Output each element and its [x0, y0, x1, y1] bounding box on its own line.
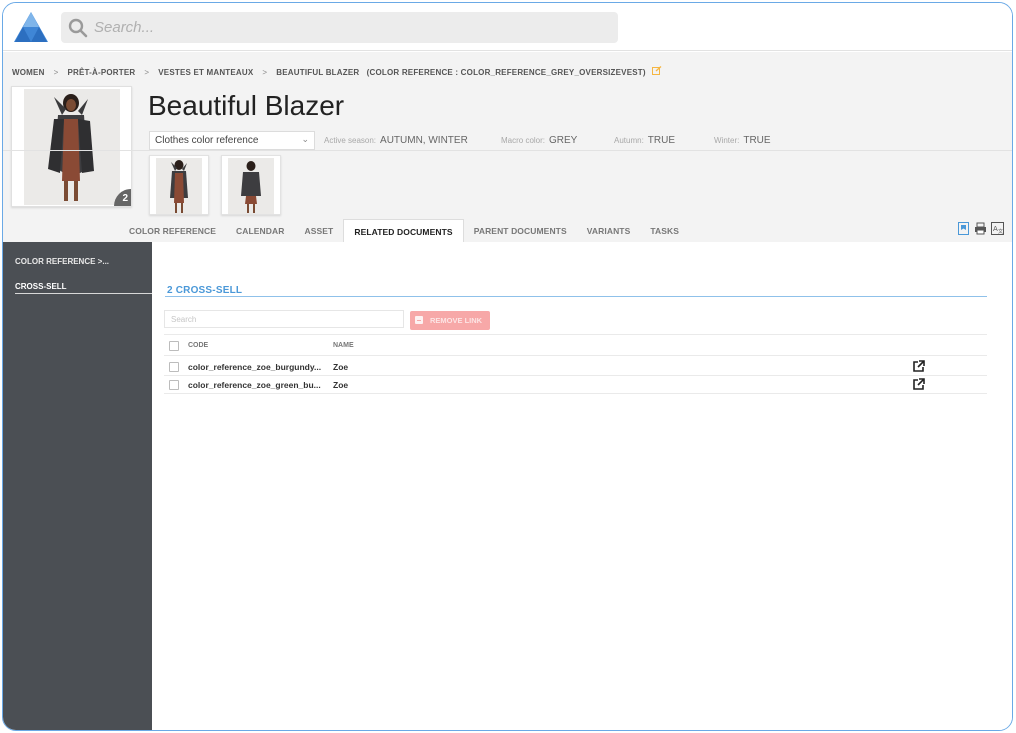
- row-name: Zoe: [333, 362, 349, 372]
- sidebar-item-color-reference[interactable]: COLOR REFERENCE >...: [15, 257, 109, 266]
- row-checkbox[interactable]: [169, 380, 179, 390]
- thumbnail-2[interactable]: [221, 155, 281, 215]
- type-select[interactable]: Clothes color reference ⌄: [149, 131, 315, 150]
- edit-icon[interactable]: [651, 66, 662, 77]
- attr-active-season: Active season: AUTUMN, WINTER: [324, 135, 468, 146]
- breadcrumb-women[interactable]: WOMEN: [12, 68, 45, 77]
- breadcrumb-product: BEAUTIFUL BLAZER: [276, 68, 360, 77]
- page-title: Beautiful Blazer: [148, 90, 345, 121]
- app-logo[interactable]: [11, 9, 51, 45]
- row-border: [164, 393, 987, 394]
- remove-link-label: REMOVE LINK: [430, 316, 483, 325]
- toolbar-icons: A文: [957, 222, 1004, 235]
- tab-asset[interactable]: ASSET: [294, 219, 343, 243]
- breadcrumb-vestes[interactable]: VESTES ET MANTEAUX: [158, 68, 253, 77]
- breadcrumb-reference: (COLOR REFERENCE : COLOR_REFERENCE_GREY_…: [366, 68, 646, 77]
- global-search[interactable]: Search...: [61, 12, 618, 43]
- sidebar-item-cross-sell[interactable]: CROSS-SELL: [15, 282, 67, 291]
- tab-bar: COLOR REFERENCE CALENDAR ASSET RELATED D…: [119, 219, 689, 243]
- section-divider: [165, 296, 987, 297]
- column-header-name[interactable]: NAME: [333, 342, 354, 349]
- remove-link-button[interactable]: REMOVE LINK: [410, 311, 490, 330]
- attr-autumn: Autumn: TRUE: [614, 135, 676, 146]
- product-photo: [24, 89, 120, 205]
- thumbnail-photo: [156, 158, 202, 214]
- active-indicator: [15, 293, 152, 294]
- column-header-code[interactable]: CODE: [188, 342, 208, 349]
- attr-winter: Winter: TRUE: [714, 135, 771, 146]
- search-icon: [68, 18, 88, 38]
- left-sidebar: COLOR REFERENCE >... CROSS-SELL: [3, 242, 152, 730]
- search-input[interactable]: Search: [164, 310, 404, 328]
- product-header: WOMEN > PRÊT-À-PORTER > VESTES ET MANTEAUX > B…: [3, 52, 1012, 243]
- row-code[interactable]: color_reference_zoe_green_bu...: [188, 380, 321, 390]
- thumbnail-1[interactable]: [149, 155, 209, 215]
- table-header-border: [164, 355, 987, 356]
- chevron-down-icon: ⌄: [301, 134, 309, 144]
- translate-icon[interactable]: A文: [991, 222, 1004, 235]
- main-content: 2 CROSS-SELL Search REMOVE LINK CODE NAM…: [152, 242, 1012, 730]
- row-code[interactable]: color_reference_zoe_burgundy...: [188, 362, 321, 372]
- thumbnail-photo: [228, 158, 274, 214]
- tab-color-reference[interactable]: COLOR REFERENCE: [119, 219, 226, 243]
- row-name: Zoe: [333, 380, 349, 390]
- divider: [3, 150, 1012, 151]
- app-window: Search... WOMEN > PRÊT-À-PORTER > VESTES ET …: [2, 2, 1013, 731]
- row-checkbox[interactable]: [169, 362, 179, 372]
- open-external-icon[interactable]: [912, 378, 925, 391]
- top-bar: Search...: [3, 3, 1012, 51]
- tab-calendar[interactable]: CALENDAR: [226, 219, 295, 243]
- breadcrumb: WOMEN > PRÊT-À-PORTER > VESTES ET MANTEAUX > B…: [12, 66, 662, 77]
- table-top-border: [164, 334, 987, 335]
- row-border: [164, 375, 987, 376]
- minus-icon: [415, 316, 423, 324]
- tab-variants[interactable]: VARIANTS: [577, 219, 641, 243]
- tab-parent-documents[interactable]: PARENT DOCUMENTS: [464, 219, 577, 243]
- type-select-value: Clothes color reference: [155, 135, 259, 146]
- tab-tasks[interactable]: TASKS: [640, 219, 689, 243]
- main-product-image[interactable]: 2: [11, 86, 132, 207]
- svg-text:文: 文: [998, 228, 1003, 235]
- open-external-icon[interactable]: [912, 360, 925, 373]
- tab-related-documents[interactable]: RELATED DOCUMENTS: [343, 219, 464, 243]
- print-icon[interactable]: [974, 222, 987, 235]
- bookmark-icon[interactable]: [957, 222, 970, 235]
- search-placeholder: Search...: [94, 19, 155, 36]
- section-title: 2 CROSS-SELL: [167, 285, 243, 296]
- attr-macro-color: Macro color: GREY: [501, 135, 578, 146]
- select-all-checkbox[interactable]: [169, 341, 179, 351]
- breadcrumb-pret-a-porter[interactable]: PRÊT-À-PORTER: [67, 68, 135, 77]
- search-input-placeholder: Search: [171, 315, 197, 324]
